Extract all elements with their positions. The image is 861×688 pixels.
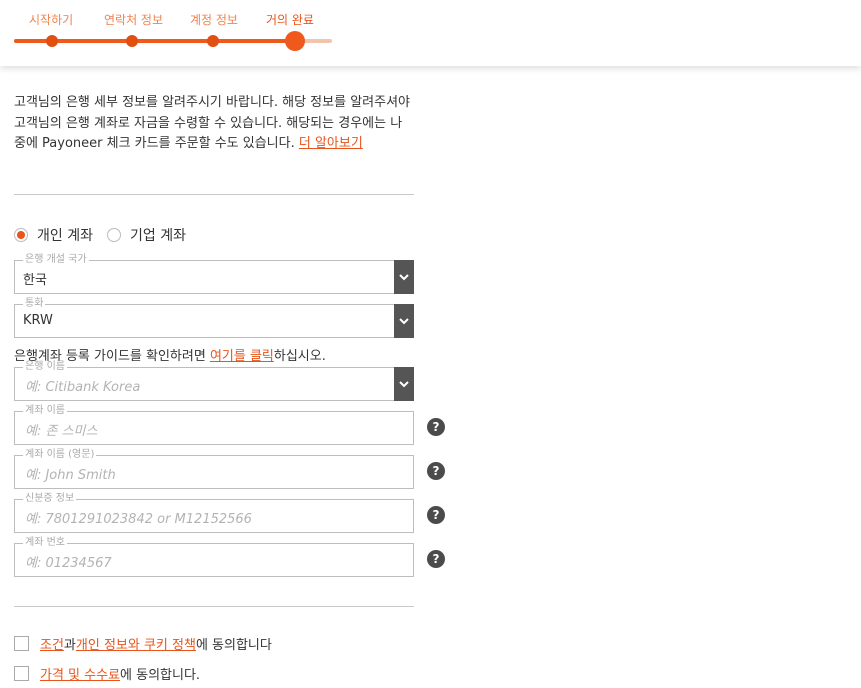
step-label-contact: 연락처 정보 [104, 13, 164, 27]
bank-name-label: 은행 이름 [23, 361, 67, 373]
terms-and-text: 과 [63, 638, 76, 653]
currency-select[interactable]: 통화 KRW [14, 298, 414, 338]
business-account-label[interactable]: 기업 계좌 [130, 225, 186, 245]
business-account-radio[interactable] [106, 228, 121, 242]
help-icon-id-info[interactable]: ? [427, 506, 445, 524]
currency-value: KRW [23, 313, 53, 328]
chevron-down-icon[interactable] [394, 367, 414, 401]
progress-dot-2 [126, 35, 138, 47]
id-info-placeholder: 예: 7801291023842 or M12152566 [25, 512, 252, 527]
account-name-input[interactable]: 계좌 이름 예: 존 스미스 [14, 405, 414, 445]
help-icon-account-name[interactable]: ? [427, 418, 445, 436]
privacy-policy-link[interactable]: 개인 정보와 쿠키 정책 [76, 634, 196, 653]
guide-suffix: 하십시오. [273, 349, 326, 364]
intro-paragraph: 고객님의 은행 세부 정보를 알려주시기 바랍니다. 해당 정보를 알려주셔야 … [14, 93, 414, 155]
bank-country-select[interactable]: 은행 개설 국가 한국 [14, 254, 414, 294]
divider-top [14, 194, 414, 195]
account-name-placeholder: 예: 존 스미스 [25, 424, 98, 439]
account-name-en-label: 계좌 이름 (영문) [23, 449, 97, 461]
fees-suffix-text: 에 동의합니다. [120, 668, 201, 683]
fees-agreement-row: 가격 및 수수료 에 동의합니다. [14, 664, 200, 683]
account-name-en-input[interactable]: 계좌 이름 (영문) 예: John Smith [14, 449, 414, 489]
account-number-input[interactable]: 계좌 번호 예: 01234567 [14, 537, 414, 577]
personal-account-radio[interactable] [14, 228, 28, 242]
fees-checkbox[interactable] [14, 666, 29, 681]
terms-checkbox[interactable] [14, 636, 29, 651]
account-number-placeholder: 예: 01234567 [25, 556, 112, 571]
bank-name-placeholder: 예: Citibank Korea [25, 380, 141, 395]
terms-suffix-text: 에 동의합니다 [195, 638, 272, 653]
chevron-down-icon[interactable] [394, 304, 414, 338]
divider-bottom [14, 606, 414, 607]
id-info-label: 신분증 정보 [23, 493, 77, 505]
account-name-en-placeholder: 예: John Smith [25, 468, 116, 483]
currency-label: 통화 [23, 298, 46, 310]
learn-more-link[interactable]: 더 알아보기 [299, 136, 363, 151]
bank-name-select[interactable]: 은행 이름 예: Citibank Korea [14, 361, 414, 401]
help-icon-account-number[interactable]: ? [427, 550, 445, 568]
progress-header: 시작하기 연락처 정보 계정 정보 거의 완료 [0, 0, 861, 66]
account-type-group: 개인 계좌 기업 계좌 [14, 225, 200, 245]
progress-dot-3 [207, 35, 219, 47]
account-name-label: 계좌 이름 [23, 405, 67, 417]
bank-country-label: 은행 개설 국가 [23, 254, 89, 266]
step-label-start: 시작하기 [29, 13, 74, 27]
guide-click-here-link[interactable]: 여기를 클릭 [210, 349, 274, 364]
progress-dot-1 [46, 35, 58, 47]
fees-link[interactable]: 가격 및 수수료 [40, 664, 120, 683]
chevron-down-icon[interactable] [394, 260, 414, 294]
account-number-label: 계좌 번호 [23, 537, 67, 549]
terms-link[interactable]: 조건 [40, 634, 64, 653]
help-icon-account-name-en[interactable]: ? [427, 462, 445, 480]
bank-country-value: 한국 [23, 273, 47, 288]
step-label-almost-done: 거의 완료 [266, 13, 314, 27]
personal-account-label[interactable]: 개인 계좌 [37, 225, 93, 245]
step-label-account: 계정 정보 [190, 13, 238, 27]
terms-agreement-row: 조건 과 개인 정보와 쿠키 정책 에 동의합니다 [14, 634, 272, 653]
id-info-input[interactable]: 신분증 정보 예: 7801291023842 or M12152566 [14, 493, 414, 533]
progress-dot-current [285, 31, 305, 51]
